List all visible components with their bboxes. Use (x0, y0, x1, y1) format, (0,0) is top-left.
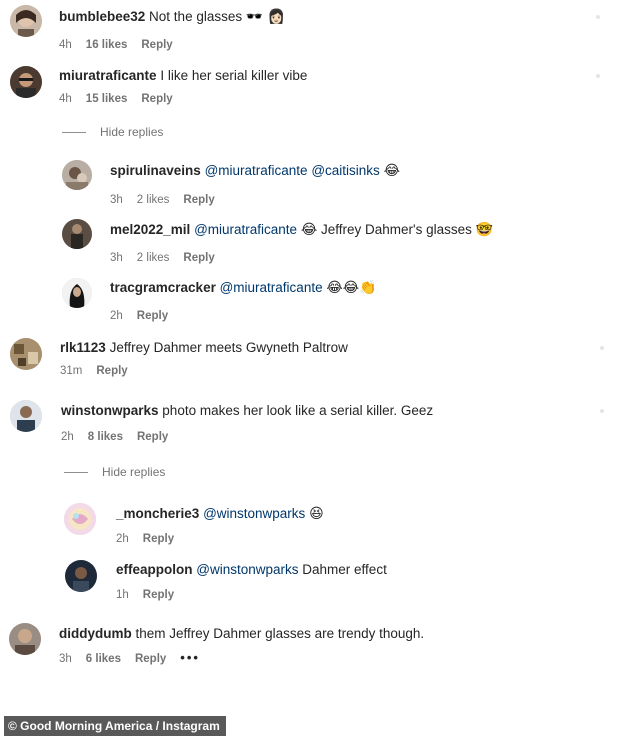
comment-text: photo makes her look like a serial kille… (162, 403, 434, 418)
timestamp: 3h (110, 252, 123, 264)
mention-link[interactable]: @winstonwparks (203, 506, 305, 521)
reply-body: tracgramcracker @miuratraficante 😂😂👏 (110, 279, 377, 297)
reply-body: mel2022_mil @miuratraficante 😂 Jeffrey D… (110, 221, 493, 239)
comment-meta: 3h 2 likes Reply (110, 193, 229, 207)
like-count[interactable]: 15 likes (86, 93, 128, 105)
avatar[interactable] (62, 219, 92, 249)
reply-button[interactable]: Reply (183, 252, 214, 264)
timestamp: 3h (110, 194, 123, 206)
comment-emoji: 🕶️ 👩🏻 (245, 9, 286, 25)
like-count[interactable]: 2 likes (137, 194, 170, 206)
reply-button[interactable]: Reply (143, 533, 174, 545)
like-heart-icon[interactable] (600, 346, 604, 350)
comment-text: Jeffrey Dahmer's glasses (320, 222, 472, 237)
comment-text: I like her serial killer vibe (160, 68, 308, 83)
avatar[interactable] (10, 5, 42, 37)
like-count[interactable]: 16 likes (86, 39, 128, 51)
like-heart-icon[interactable] (596, 15, 600, 19)
mention-link[interactable]: @caitisinks (311, 163, 379, 178)
avatar[interactable] (9, 623, 41, 655)
hide-replies-label[interactable]: Hide replies (102, 465, 165, 479)
comment-body: miuratraficante I like her serial killer… (59, 67, 307, 85)
reply-button[interactable]: Reply (141, 39, 172, 51)
timestamp: 2h (61, 431, 74, 443)
timestamp: 2h (110, 310, 123, 322)
more-options-icon[interactable]: ••• (180, 650, 200, 665)
comment-emoji: 😆 (309, 506, 324, 522)
avatar[interactable] (65, 560, 97, 592)
like-count[interactable]: 2 likes (137, 252, 170, 264)
reply-button[interactable]: Reply (141, 93, 172, 105)
username-link[interactable]: _moncherie3 (116, 506, 199, 521)
timestamp: 4h (59, 93, 72, 105)
comment-body: diddydumb them Jeffrey Dahmer glasses ar… (59, 625, 424, 643)
reply-body: spirulinaveins @miuratraficante @caitisi… (110, 162, 400, 180)
comment-meta: 31m Reply (60, 364, 142, 378)
reply-body: effeappolon @winstonwparks Dahmer effect (116, 561, 387, 579)
comment-text: Not the glasses (149, 9, 243, 24)
comment-body: rlk1123 Jeffrey Dahmer meets Gwyneth Pal… (60, 339, 348, 357)
reply-button[interactable]: Reply (135, 653, 166, 665)
like-heart-icon[interactable] (596, 74, 600, 78)
username-link[interactable]: miuratraficante (59, 68, 157, 83)
reply-button[interactable]: Reply (183, 194, 214, 206)
like-count[interactable]: 6 likes (86, 653, 121, 665)
mention-link[interactable]: @miuratraficante (220, 280, 323, 295)
replies-divider (62, 132, 86, 134)
like-count[interactable]: 8 likes (88, 431, 123, 443)
reply-button[interactable]: Reply (143, 589, 174, 601)
mention-link[interactable]: @winstonwparks (196, 562, 298, 577)
like-heart-icon[interactable] (600, 409, 604, 413)
comment-meta: 2h Reply (116, 532, 188, 546)
comment-text: Dahmer effect (302, 562, 387, 577)
comment-meta: 2h Reply (110, 309, 182, 323)
comment-body: bumblebee32 Not the glasses 🕶️ 👩🏻 (59, 8, 285, 26)
comment-emoji: 🤓 (475, 222, 494, 238)
avatar[interactable] (62, 160, 92, 190)
reply-button[interactable]: Reply (137, 431, 168, 443)
comment-meta: 3h 2 likes Reply (110, 251, 229, 265)
hide-replies-label[interactable]: Hide replies (100, 125, 163, 139)
comment-emoji: 😂 (300, 222, 318, 238)
timestamp: 2h (116, 533, 129, 545)
timestamp: 4h (59, 39, 72, 51)
photo-credit: © Good Morning America / Instagram (4, 716, 226, 736)
username-link[interactable]: mel2022_mil (110, 222, 190, 237)
timestamp: 31m (60, 365, 83, 377)
timestamp: 3h (59, 653, 72, 665)
username-link[interactable]: spirulinaveins (110, 163, 201, 178)
comment-meta: 1h Reply (116, 588, 188, 602)
replies-divider (64, 472, 88, 474)
timestamp: 1h (116, 589, 129, 601)
username-link[interactable]: rlk1123 (60, 340, 106, 355)
reply-button[interactable]: Reply (137, 310, 168, 322)
comment-emoji: 😂😂👏 (326, 280, 377, 296)
comment-emoji: 😂 (383, 163, 400, 179)
username-link[interactable]: winstonwparks (61, 403, 159, 418)
avatar[interactable] (10, 400, 42, 432)
comment-text: them Jeffrey Dahmer glasses are trendy t… (135, 626, 425, 641)
comment-body: winstonwparks photo makes her look like … (61, 402, 433, 420)
comment-text: Jeffrey Dahmer meets Gwyneth Paltrow (109, 340, 348, 355)
username-link[interactable]: bumblebee32 (59, 9, 145, 24)
comment-meta: 2h 8 likes Reply (61, 430, 182, 444)
comment-meta: 4h 15 likes Reply (59, 92, 187, 106)
avatar[interactable] (64, 503, 96, 535)
username-link[interactable]: tracgramcracker (110, 280, 216, 295)
comment-meta: 3h 6 likes Reply ••• (59, 651, 214, 666)
mention-link[interactable]: @miuratraficante (194, 222, 297, 237)
hide-replies-toggle[interactable]: Hide replies (64, 465, 165, 479)
mention-link[interactable]: @miuratraficante (205, 163, 308, 178)
reply-body: _moncherie3 @winstonwparks 😆 (116, 505, 324, 523)
username-link[interactable]: effeappolon (116, 562, 193, 577)
avatar[interactable] (62, 278, 92, 308)
avatar[interactable] (10, 338, 42, 370)
comment-meta: 4h 16 likes Reply (59, 38, 187, 52)
reply-button[interactable]: Reply (96, 365, 127, 377)
hide-replies-toggle[interactable]: Hide replies (62, 125, 163, 139)
avatar[interactable] (10, 66, 42, 98)
username-link[interactable]: diddydumb (59, 626, 132, 641)
